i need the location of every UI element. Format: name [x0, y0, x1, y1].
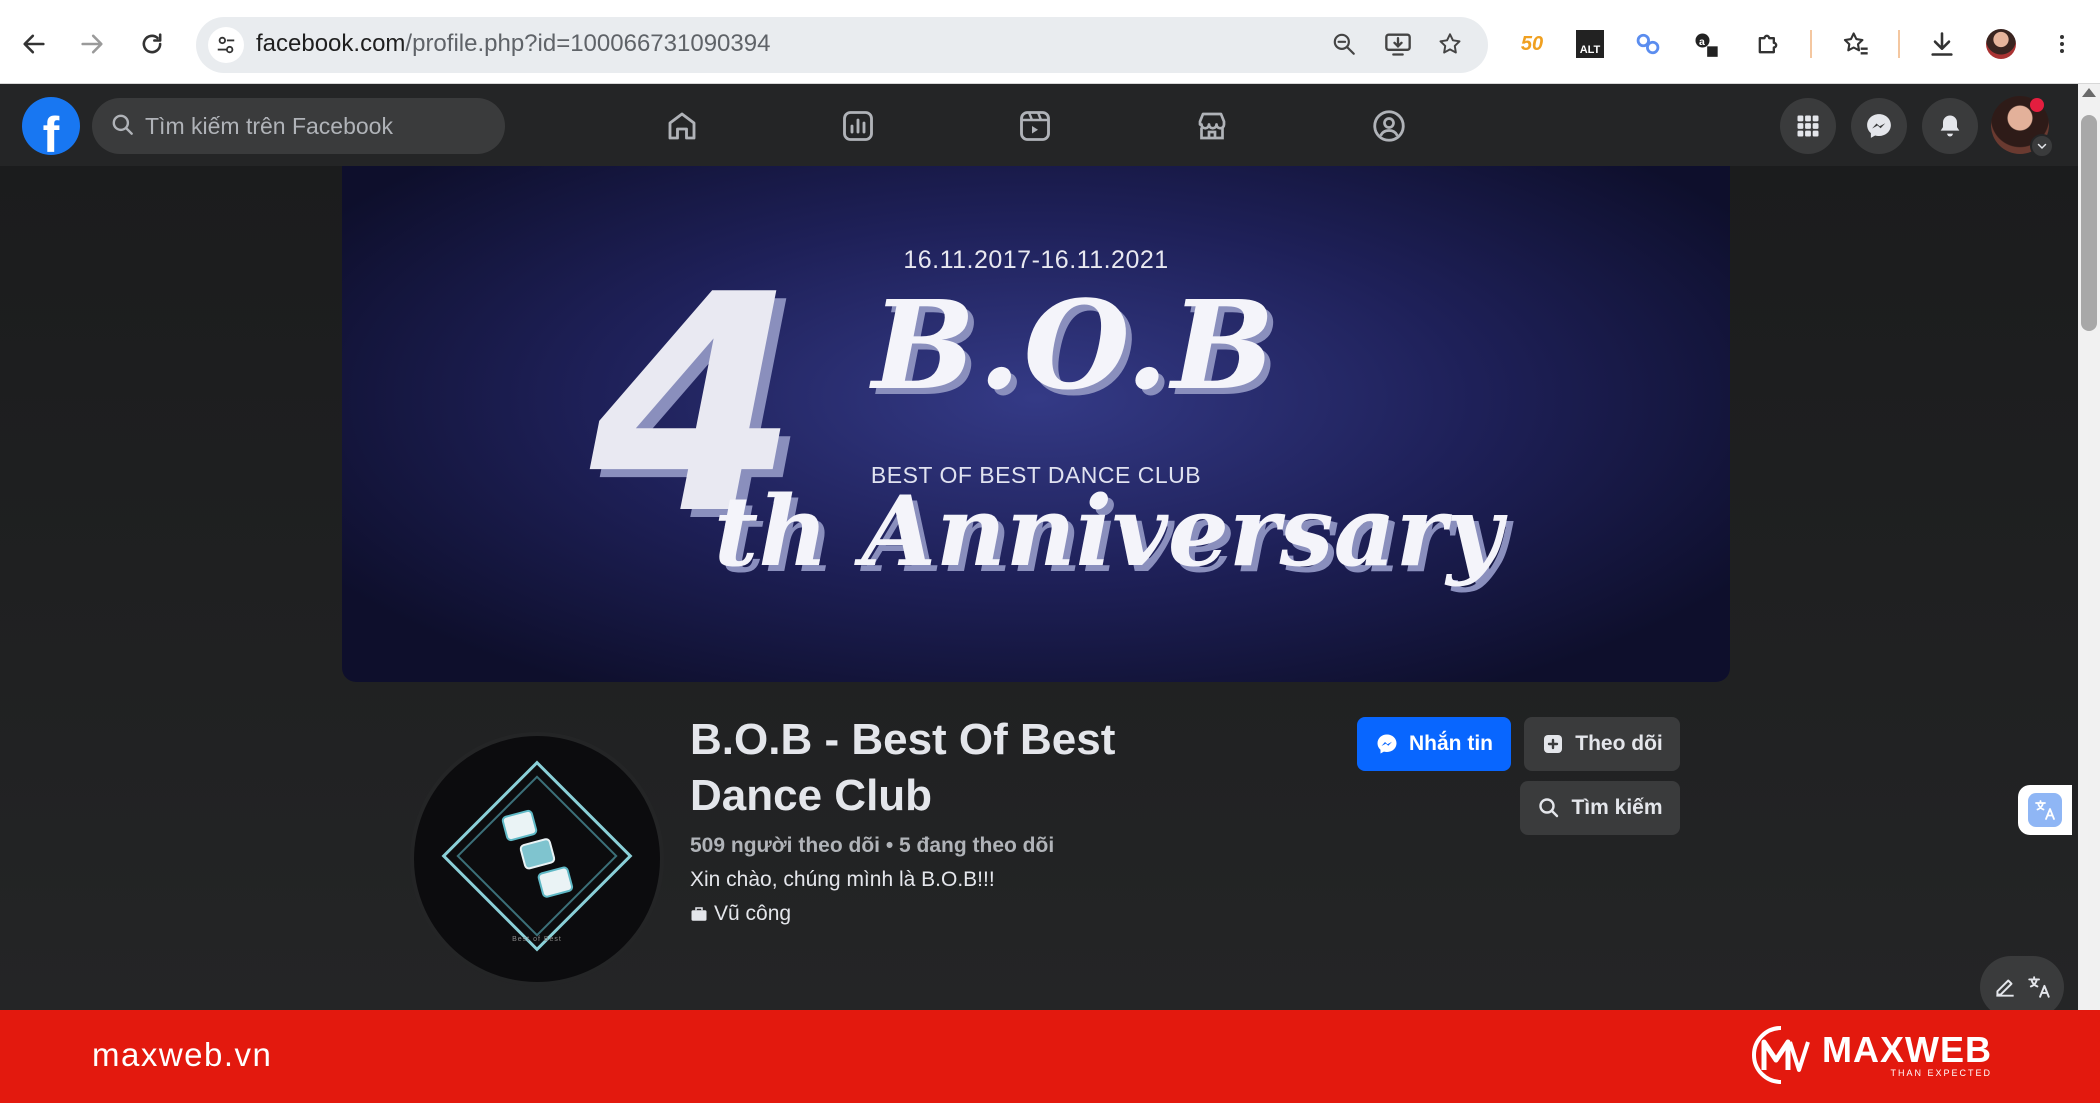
follow-button-label: Theo dõi [1575, 732, 1663, 755]
toolbar-divider [1810, 30, 1812, 58]
footer-site-url[interactable]: maxweb.vn [92, 1036, 272, 1074]
extension-translate[interactable]: a [1688, 26, 1724, 62]
install-icon [1385, 33, 1411, 56]
apps-grid-icon [1797, 115, 1819, 137]
footer-brand-text: MAXWEB THAN EXPECTED [1822, 1029, 1992, 1079]
url-path: /profile.php?id=100066731090394 [405, 30, 771, 57]
cover-date-range: 16.11.2017-16.11.2021 [903, 246, 1169, 274]
cover-anniversary: th Anniversary [714, 475, 1503, 588]
messenger-icon [1867, 114, 1891, 138]
menu-button[interactable] [1780, 98, 1836, 154]
nav-marketplace[interactable] [1180, 100, 1244, 152]
star-outline-icon [1439, 33, 1461, 54]
cover-photo[interactable]: 16.11.2017-16.11.2021 4 B.O.B BEST OF BE… [342, 166, 1730, 682]
back-button[interactable] [8, 18, 60, 70]
messenger-icon [1377, 734, 1397, 754]
nav-groups[interactable] [1357, 100, 1421, 152]
page-category-label: Vũ công [714, 902, 792, 925]
page-title: B.O.B - Best Of Best Dance Club [690, 715, 1116, 820]
home-icon [668, 112, 696, 140]
chevron-down-icon [2037, 143, 2047, 150]
profile-button[interactable] [1983, 26, 2019, 62]
zoom-button[interactable] [1326, 26, 1362, 62]
page-search-button-label: Tìm kiếm [1571, 796, 1663, 819]
extension-link[interactable] [1630, 26, 1666, 62]
forward-button[interactable] [66, 18, 118, 70]
browser-avatar [1986, 29, 2016, 59]
account-menu-chevron[interactable] [2030, 134, 2054, 158]
browser-menu-button[interactable] [2044, 26, 2080, 62]
more-vertical-icon [2060, 35, 2064, 53]
floating-tools[interactable] [1980, 956, 2064, 1018]
scrollbar-thumb[interactable] [2081, 115, 2097, 331]
nav-professional-dashboard[interactable] [826, 100, 890, 152]
scroll-up-arrow-icon[interactable] [2082, 88, 2096, 97]
bob-logo-icon [441, 760, 633, 952]
arrow-right-icon [81, 34, 103, 54]
url-text[interactable]: facebook.com/profile.php?id=100066731090… [256, 30, 770, 58]
alt-badge-text: ALT [1579, 44, 1601, 56]
alt-badge-icon: ALT [1576, 30, 1604, 58]
profile-picture[interactable]: Best of Best [410, 732, 664, 986]
extension-badge: 50 [1520, 32, 1544, 55]
extension-alt-text[interactable]: ALT [1572, 26, 1608, 62]
reload-icon [142, 33, 162, 54]
messenger-button[interactable] [1851, 98, 1907, 154]
dashboard-icon [843, 111, 873, 141]
footer-brand-name: MAXWEB [1822, 1029, 1992, 1070]
extensions-button[interactable] [1750, 26, 1786, 62]
install-app-button[interactable] [1380, 26, 1416, 62]
marketplace-icon [1198, 112, 1226, 140]
follow-button[interactable]: Theo dõi [1524, 717, 1680, 771]
footer-brand-logo: MAXWEB THAN EXPECTED [1750, 1024, 1992, 1086]
search-icon [1539, 798, 1559, 818]
cover-brand: B.O.B [872, 273, 1278, 417]
facebook-logo[interactable]: f [22, 97, 80, 155]
translate-icon [2028, 793, 2062, 827]
reload-button[interactable] [126, 18, 178, 70]
url-host: facebook.com [256, 30, 406, 57]
nav-video[interactable] [1003, 100, 1067, 152]
video-icon [1020, 111, 1050, 141]
bookmark-button[interactable] [1432, 26, 1468, 62]
notifications-button[interactable] [1922, 98, 1978, 154]
briefcase-icon [690, 905, 708, 923]
page-search-button[interactable]: Tìm kiếm [1520, 781, 1680, 835]
svg-text:a: a [1699, 36, 1705, 48]
maxweb-logo-icon [1752, 1026, 1810, 1084]
bell-icon [1940, 115, 1960, 137]
page-category: Vũ công [690, 902, 791, 926]
star-list-icon [1843, 32, 1868, 55]
facebook-logo-letter: f [42, 107, 60, 155]
translate-icon [2028, 976, 2050, 998]
nav-home[interactable] [650, 100, 714, 152]
tune-icon [217, 36, 235, 54]
arrow-left-icon [23, 34, 45, 54]
notification-dot [2030, 98, 2044, 112]
message-button[interactable]: Nhắn tin [1357, 717, 1511, 771]
avatar-caption: Best of Best [512, 936, 562, 943]
groups-icon [1373, 110, 1405, 142]
search-icon [110, 112, 136, 143]
puzzle-icon [1758, 34, 1778, 54]
extension-coupon[interactable]: 50 [1514, 26, 1550, 62]
toolbar-divider [1898, 30, 1900, 58]
page-bio: Xin chào, chúng mình là B.O.B!!! [690, 868, 995, 891]
floating-translate-button[interactable] [2018, 785, 2072, 835]
link-icon [1636, 33, 1660, 55]
zoom-out-icon [1333, 33, 1355, 55]
edit-icon [1996, 979, 2014, 997]
reading-list-button[interactable] [1838, 26, 1874, 62]
facebook-search-placeholder: Tìm kiếm trên Facebook [145, 113, 393, 139]
follow-icon [1544, 735, 1563, 753]
follower-stats[interactable]: 509 người theo dõi • 5 đang theo dõi [690, 834, 1054, 858]
translate-icon: a [1695, 33, 1718, 57]
site-info-button[interactable] [208, 27, 244, 63]
downloads-button[interactable] [1924, 26, 1960, 62]
message-button-label: Nhắn tin [1409, 732, 1493, 755]
download-icon [1931, 32, 1953, 56]
